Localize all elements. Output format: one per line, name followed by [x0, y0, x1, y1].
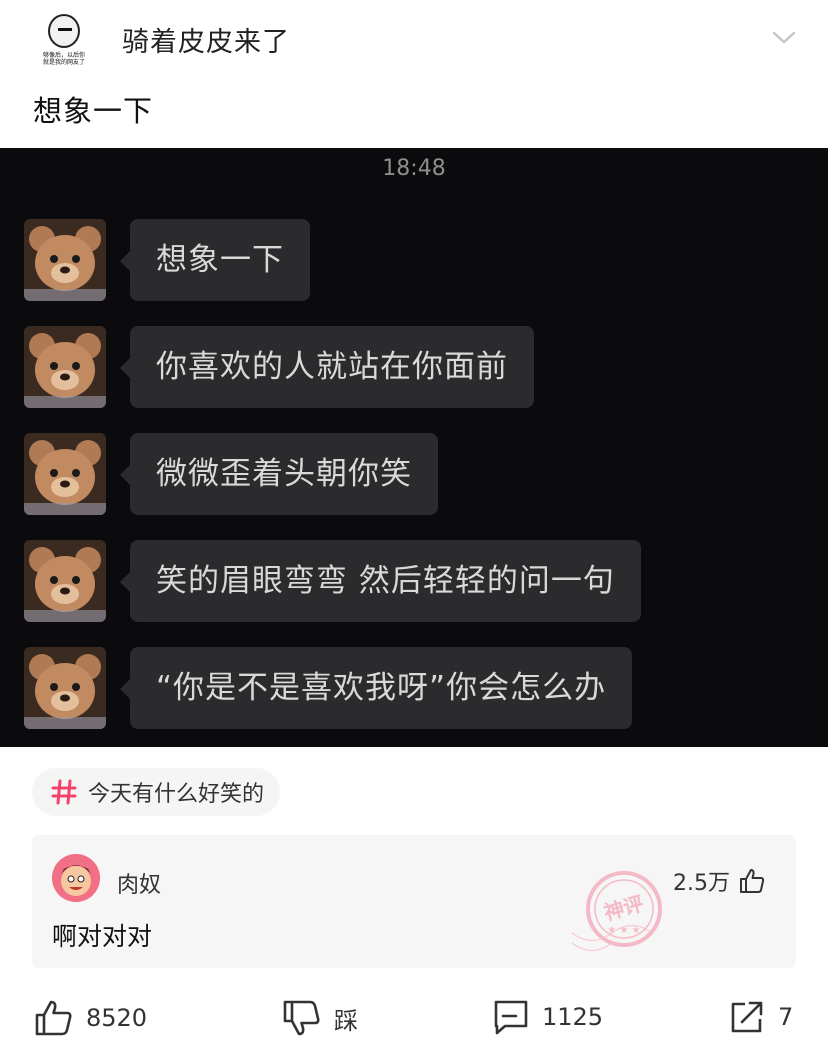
- chevron-down-icon[interactable]: [772, 28, 796, 48]
- chat-time: 18:48: [382, 156, 446, 181]
- topic-label: 今天有什么好笑的: [88, 782, 265, 807]
- thumbs-down-icon: [283, 1000, 320, 1036]
- author-name[interactable]: 骑着皮皮来了: [122, 20, 290, 59]
- comment-icon: [494, 1000, 528, 1035]
- bear-avatar: [24, 433, 106, 515]
- bear-avatar: [24, 647, 106, 729]
- post-header: 够像后，以后你 就是我的网友了 骑着皮皮来了: [0, 0, 828, 78]
- share-button[interactable]: 7: [728, 998, 793, 1036]
- hashtag-icon: [51, 779, 77, 805]
- svg-text:神评: 神评: [601, 891, 646, 925]
- post-action-bar: 8520 踩 1125 7: [0, 990, 828, 1050]
- comment-button[interactable]: 1125: [492, 998, 603, 1036]
- chat-bubble: “你是不是喜欢我呀”你会怎么办: [119, 647, 633, 729]
- comment-count: 1125: [542, 1003, 604, 1031]
- avatar-face: [48, 14, 80, 48]
- like-count: 8520: [86, 1004, 148, 1032]
- comment-like-button[interactable]: 2.5万: [673, 865, 766, 897]
- god-comment-stamp-icon: 神评 ★ ★ ★: [572, 871, 662, 952]
- chat-bubble: 想象一下: [120, 219, 310, 301]
- dislike-button[interactable]: 踩: [282, 998, 358, 1038]
- comment-like-count: 2.5万: [673, 871, 730, 896]
- post-image[interactable]: 18:48 想象一下 你喜欢的人就站在你面前 微微歪着头朝你笑 笑的眉眼弯弯 然…: [0, 148, 828, 747]
- topic-tag[interactable]: 今天有什么好笑的: [32, 768, 281, 816]
- comment-text: 啊对对对: [52, 922, 153, 951]
- chat-bubble: 笑的眉眼弯弯 然后轻轻的问一句: [120, 540, 641, 622]
- avatar-caption: 够像后，以后你 就是我的网友了: [42, 52, 85, 66]
- svg-text:★ ★ ★: ★ ★ ★: [607, 925, 640, 936]
- thumbs-up-icon: [740, 869, 765, 893]
- commenter-avatar[interactable]: [52, 854, 100, 902]
- like-button[interactable]: 8520: [34, 998, 147, 1038]
- bear-avatar: [24, 326, 106, 408]
- author-avatar[interactable]: 够像后，以后你 就是我的网友了: [34, 12, 94, 66]
- commenter-name[interactable]: 肉奴: [117, 867, 161, 899]
- thumbs-up-icon: [35, 1000, 72, 1036]
- dislike-label: 踩: [334, 1006, 358, 1035]
- bear-avatar: [24, 219, 106, 301]
- share-count: 7: [778, 1003, 794, 1031]
- post-text: 想象一下: [33, 94, 154, 128]
- share-icon: [731, 1001, 763, 1033]
- top-comment-card[interactable]: 肉奴 啊对对对 神评 ★ ★ ★ 2.5万: [32, 835, 796, 968]
- bear-avatar: [24, 540, 106, 622]
- chat-bubble: 微微歪着头朝你笑: [120, 433, 438, 515]
- chat-bubble: 你喜欢的人就站在你面前: [120, 326, 534, 408]
